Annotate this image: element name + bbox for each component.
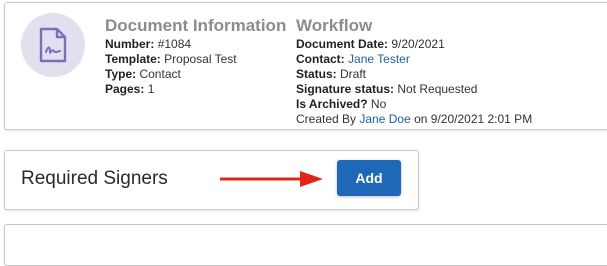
- number-row: Number: #1084: [105, 37, 286, 52]
- template-row: Template: Proposal Test: [105, 52, 286, 67]
- created-on-text: on 9/20/2021 2:01 PM: [414, 112, 533, 126]
- contact-label: Contact:: [296, 52, 345, 66]
- archived-label: Is Archived?: [296, 97, 368, 111]
- document-info-section: Document Information Number: #1084 Templ…: [105, 16, 286, 97]
- signature-status-label: Signature status:: [296, 82, 395, 96]
- type-label: Type:: [105, 67, 137, 81]
- workflow-section: Workflow Document Date: 9/20/2021 Contac…: [296, 16, 532, 127]
- template-value: Proposal Test: [164, 52, 237, 66]
- created-by-link[interactable]: Jane Doe: [359, 112, 410, 126]
- document-info-card: Document Information Number: #1084 Templ…: [4, 2, 607, 130]
- document-date-value: 9/20/2021: [391, 37, 445, 51]
- red-arrow-right: [220, 171, 323, 187]
- number-label: Number:: [105, 37, 155, 51]
- document-info-title: Document Information: [105, 16, 287, 35]
- document-date-label: Document Date:: [296, 37, 389, 51]
- contact-row: Contact: Jane Tester: [296, 52, 532, 67]
- pages-label: Pages:: [105, 82, 145, 96]
- pages-row: Pages: 1: [105, 82, 286, 97]
- document-date-row: Document Date: 9/20/2021: [296, 37, 532, 52]
- add-signer-button[interactable]: Add: [337, 160, 401, 196]
- status-label: Status:: [296, 67, 337, 81]
- archived-value: No: [370, 97, 387, 111]
- pages-value: 1: [147, 82, 155, 96]
- template-label: Template:: [105, 52, 161, 66]
- signature-status-row: Signature status: Not Requested: [296, 82, 532, 97]
- status-row: Status: Draft: [296, 67, 532, 82]
- type-row: Type: Contact: [105, 67, 286, 82]
- document-avatar: [21, 13, 85, 77]
- created-by-row: Created By Jane Doe on 9/20/2021 2:01 PM: [296, 112, 532, 127]
- contact-link[interactable]: Jane Tester: [348, 52, 410, 66]
- document-signature-icon: [39, 27, 67, 63]
- signature-status-value: Not Requested: [397, 82, 478, 96]
- status-value: Draft: [340, 67, 367, 81]
- content-panel: [4, 224, 607, 266]
- required-signers-title: Required Signers: [21, 168, 168, 189]
- type-value: Contact: [139, 67, 181, 81]
- number-value: #1084: [157, 37, 192, 51]
- created-by-prefix: Created By: [296, 112, 357, 126]
- workflow-title: Workflow: [296, 16, 373, 35]
- archived-row: Is Archived? No: [296, 97, 532, 112]
